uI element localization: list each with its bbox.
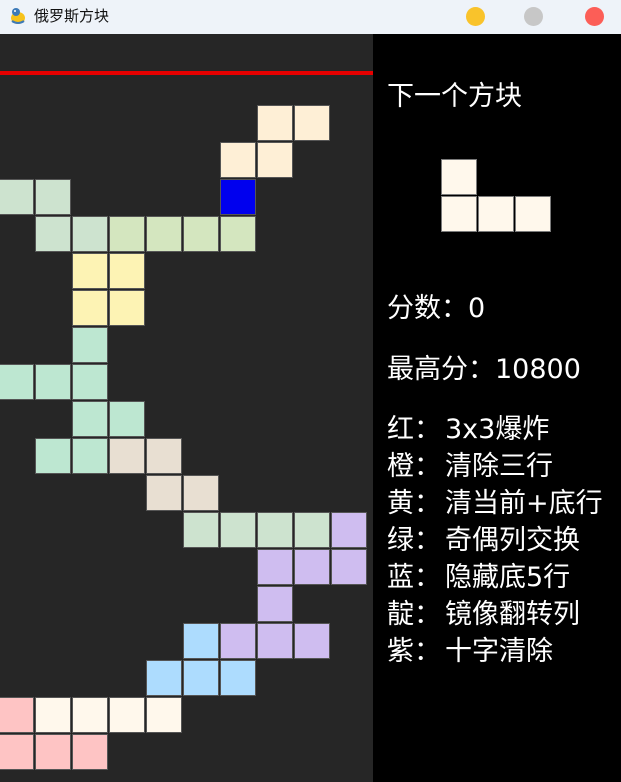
- board-block: [35, 734, 71, 770]
- board-block: [72, 401, 108, 437]
- next-piece-preview: [441, 159, 554, 234]
- snake-game-icon: [11, 8, 25, 24]
- game-board[interactable]: [0, 34, 373, 782]
- legend-effect: 隐藏底5行: [445, 562, 571, 593]
- danger-line: [0, 71, 373, 75]
- board-block: [183, 475, 219, 511]
- board-block: [294, 623, 330, 659]
- legend-item: 黄： 清当前+底行: [387, 481, 603, 520]
- board-block: [294, 549, 330, 585]
- legend-item: 紫： 十字清除: [387, 629, 553, 668]
- legend-effect: 十字清除: [445, 636, 553, 667]
- board-block: [72, 734, 108, 770]
- board-block: [0, 734, 34, 770]
- board-block: [146, 438, 182, 474]
- board-block: [72, 327, 108, 363]
- board-block: [183, 623, 219, 659]
- next-piece-block: [478, 196, 514, 232]
- legend-effect: 奇偶列交换: [445, 525, 580, 556]
- board-block: [109, 253, 145, 289]
- board-block: [220, 142, 256, 178]
- high-score-display: 最高分：10800: [387, 347, 581, 386]
- minimize-button[interactable]: [466, 7, 485, 26]
- board-block: [35, 216, 71, 252]
- board-block: [72, 290, 108, 326]
- legend-color-name: 黄：: [387, 488, 441, 519]
- score-label: 分数：: [387, 293, 468, 324]
- board-block: [72, 216, 108, 252]
- board-block: [257, 512, 293, 548]
- maximize-button[interactable]: [524, 7, 543, 26]
- board-block: [331, 512, 367, 548]
- board-block: [72, 697, 108, 733]
- board-block: [146, 660, 182, 696]
- board-block: [257, 105, 293, 141]
- legend-item: 红： 3x3爆炸: [387, 407, 549, 446]
- window-title: 俄罗斯方块: [34, 7, 110, 25]
- board-block: [109, 401, 145, 437]
- board-block: [109, 216, 145, 252]
- board-block: [0, 179, 34, 215]
- legend-item: 靛： 镜像翻转列: [387, 592, 580, 631]
- legend-effect: 镜像翻转列: [445, 599, 580, 630]
- legend-item: 绿： 奇偶列交换: [387, 518, 580, 557]
- board-block: [220, 623, 256, 659]
- board-block: [35, 697, 71, 733]
- high-score-label: 最高分：: [387, 354, 495, 385]
- legend-color-name: 红：: [387, 414, 441, 445]
- board-block: [183, 216, 219, 252]
- high-score-value: 10800: [495, 354, 581, 385]
- legend-color-name: 紫：: [387, 636, 441, 667]
- next-piece-block: [441, 196, 477, 232]
- board-block: [146, 216, 182, 252]
- board-block: [257, 142, 293, 178]
- legend-item: 蓝： 隐藏底5行: [387, 555, 570, 594]
- legend-color-name: 橙：: [387, 451, 441, 482]
- board-block: [220, 512, 256, 548]
- legend-effect: 清当前+底行: [445, 488, 603, 519]
- board-block: [35, 179, 71, 215]
- board-block: [257, 623, 293, 659]
- board-block: [220, 660, 256, 696]
- board-block: [257, 586, 293, 622]
- legend-color-name: 蓝：: [387, 562, 441, 593]
- board-block: [35, 438, 71, 474]
- board-block: [72, 438, 108, 474]
- side-panel: 下一个方块 分数：0 最高分：10800 红： 3x3爆炸 橙： 清除三行 黄： 清当前+…: [373, 34, 621, 782]
- legend-color-name: 靛：: [387, 599, 441, 630]
- board-block: [146, 697, 182, 733]
- board-block: [146, 475, 182, 511]
- close-button[interactable]: [585, 7, 604, 26]
- legend-effect: 3x3爆炸: [445, 414, 550, 445]
- legend-effect: 清除三行: [445, 451, 553, 482]
- title-bar: 俄罗斯方块: [0, 0, 621, 34]
- board-block: [220, 179, 256, 215]
- score-value: 0: [468, 293, 486, 324]
- board-block: [109, 290, 145, 326]
- next-piece-label: 下一个方块: [387, 81, 522, 112]
- next-piece-block: [515, 196, 551, 232]
- legend-color-name: 绿：: [387, 525, 441, 556]
- board-block: [0, 697, 34, 733]
- board-block: [109, 438, 145, 474]
- board-block: [0, 364, 34, 400]
- legend-item: 橙： 清除三行: [387, 444, 553, 483]
- board-block: [294, 105, 330, 141]
- board-block: [294, 512, 330, 548]
- board-block: [35, 364, 71, 400]
- board-block: [331, 549, 367, 585]
- board-block: [257, 549, 293, 585]
- board-block: [220, 216, 256, 252]
- next-piece-block: [441, 159, 477, 195]
- board-block: [109, 697, 145, 733]
- board-block: [183, 512, 219, 548]
- board-block: [72, 364, 108, 400]
- board-block: [72, 253, 108, 289]
- score-display: 分数：0: [387, 286, 485, 325]
- board-block: [183, 660, 219, 696]
